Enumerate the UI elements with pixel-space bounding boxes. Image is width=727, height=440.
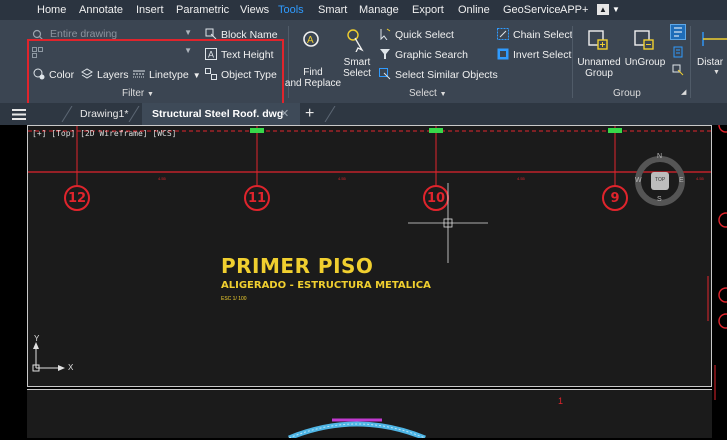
invert-select-label: Invert Select <box>513 49 572 61</box>
chevron-down-icon: ▼ <box>439 91 447 98</box>
document-tabs: Drawing1* Structural Steel Roof. dwg ✕ + <box>0 103 727 125</box>
active-tab-label: Structural Steel Roof. dwg <box>152 108 284 120</box>
unnamed-group-icon <box>588 30 608 50</box>
chain-select-icon <box>497 28 509 40</box>
tab-drawing1[interactable]: Drawing1* <box>80 103 128 125</box>
ungroup-label: UnGroup <box>624 57 666 68</box>
lower-viewport-graphics <box>288 418 426 438</box>
smart-label-1: Smart <box>343 57 371 68</box>
ucs-y-label: Y <box>34 334 40 343</box>
panel-expand-icon[interactable]: ◢ <box>681 88 686 96</box>
sheet-edge-markers <box>714 117 727 400</box>
unnamed-group-label-2: Group <box>585 68 613 79</box>
right-gutter <box>712 117 727 437</box>
lower-marker: 1 <box>558 396 564 406</box>
select-panel-title[interactable]: Select ▼ <box>409 88 447 99</box>
menu-manage[interactable]: Manage <box>359 0 399 20</box>
unnamed-group-label-1: Unnamed <box>577 57 621 68</box>
grid-marker-11: 11 <box>247 191 267 206</box>
chain-select-button[interactable]: Chain Select <box>497 28 573 41</box>
tab-divider-icon <box>61 106 73 122</box>
drawing-canvas[interactable]: [+] [Top] [2D Wireframe] [WCS] 12 11 10 … <box>27 125 712 387</box>
menu-insert[interactable]: Insert <box>136 0 164 20</box>
menu-caret-icon[interactable]: ▼ <box>612 0 620 20</box>
quick-select-icon <box>380 28 391 40</box>
smart-select-icon <box>347 29 364 52</box>
menu-app-plus[interactable]: APP+ <box>560 0 588 20</box>
group-select-icon[interactable] <box>672 64 684 76</box>
dimension-value: 4.55 <box>158 176 166 181</box>
find-label-2: and Replace <box>284 78 342 89</box>
close-tab-icon[interactable]: ✕ <box>280 103 289 125</box>
menu-online[interactable]: Online <box>458 0 490 20</box>
dimension-value: 4.55 <box>696 176 704 181</box>
chevron-down-icon: ▼ <box>184 28 192 37</box>
select-similar-icon <box>379 68 391 80</box>
menu-parametric[interactable]: Parametric <box>176 0 229 20</box>
distance-label: Distar <box>697 57 724 68</box>
dimension-value: 4.55 <box>517 176 525 181</box>
graphic-search-label: Graphic Search <box>395 49 468 61</box>
tab-divider-icon <box>324 106 336 122</box>
invert-select-button[interactable]: Invert Select <box>497 48 571 61</box>
find-label-1: Find <box>303 67 323 78</box>
menu-smart[interactable]: Smart <box>318 0 347 20</box>
menu-views[interactable]: Views <box>240 0 269 20</box>
group-panel-title: Group <box>613 88 641 99</box>
group-toggle-button[interactable] <box>670 24 686 40</box>
viewcube-top-face[interactable]: TOP <box>655 177 665 183</box>
panel-divider <box>690 26 691 98</box>
left-gutter <box>0 125 27 437</box>
dimension-value: 4.55 <box>338 176 346 181</box>
select-similar-label: Select Similar Objects <box>395 69 498 81</box>
drawing-title: PRIMER PISO <box>221 254 374 278</box>
menu-tools[interactable]: Tools <box>278 0 304 20</box>
find-replace-icon: A <box>303 31 319 47</box>
menu-home[interactable]: Home <box>37 0 66 20</box>
ungroup-icon <box>634 30 654 50</box>
group-toggle-icon <box>674 27 682 37</box>
viewcube-east[interactable]: E <box>679 177 684 184</box>
menu-annotate[interactable]: Annotate <box>79 0 123 20</box>
grid-marker-9: 9 <box>610 191 620 206</box>
group-edit-icon[interactable] <box>672 46 684 58</box>
menu-bar: Home Annotate Insert Parametric Views To… <box>0 0 727 20</box>
lower-viewport[interactable]: 1 <box>27 389 712 438</box>
quick-select-button[interactable]: Quick Select <box>379 28 454 41</box>
invert-select-icon <box>497 48 509 60</box>
distance-icon[interactable] <box>700 28 727 50</box>
viewcube-north[interactable]: N <box>657 153 662 160</box>
drawing-scale: ESC 1/ 100 <box>221 296 247 302</box>
quick-select-label: Quick Select <box>395 29 454 41</box>
viewcube-west[interactable]: W <box>635 177 642 184</box>
viewport-controls-label[interactable]: [+] [Top] [2D Wireframe] [WCS] <box>32 129 177 138</box>
select-similar-button[interactable]: Select Similar Objects <box>379 68 498 81</box>
chain-select-label: Chain Select <box>513 29 573 41</box>
funnel-icon <box>380 49 390 59</box>
graphic-search-button[interactable]: Graphic Search <box>379 48 468 61</box>
menu-export[interactable]: Export <box>412 0 444 20</box>
new-tab-button[interactable]: + <box>305 103 314 125</box>
menu-geoservice[interactable]: GeoService <box>503 0 560 20</box>
quick-access-box-icon[interactable]: ▲ <box>597 4 609 15</box>
chevron-down-icon: ▼ <box>713 69 720 76</box>
viewcube-south[interactable]: S <box>657 196 662 203</box>
grid-marker-12: 12 <box>67 191 87 206</box>
hamburger-menu-icon[interactable] <box>12 109 26 120</box>
grid-marker-10: 10 <box>426 191 446 206</box>
tab-divider-icon <box>128 106 140 122</box>
ribbon: Entire drawing ▼ ▼ Block Name A Text Heig… <box>0 20 727 120</box>
smart-label-2: Select <box>343 68 371 79</box>
ucs-x-label: X <box>68 363 74 372</box>
svg-text:A: A <box>307 35 314 46</box>
panel-divider <box>572 26 573 98</box>
drawing-subtitle: ALIGERADO - ESTRUCTURA METALICA <box>221 280 431 291</box>
tab-structural-steel-roof[interactable]: Structural Steel Roof. dwg ✕ <box>142 103 300 125</box>
